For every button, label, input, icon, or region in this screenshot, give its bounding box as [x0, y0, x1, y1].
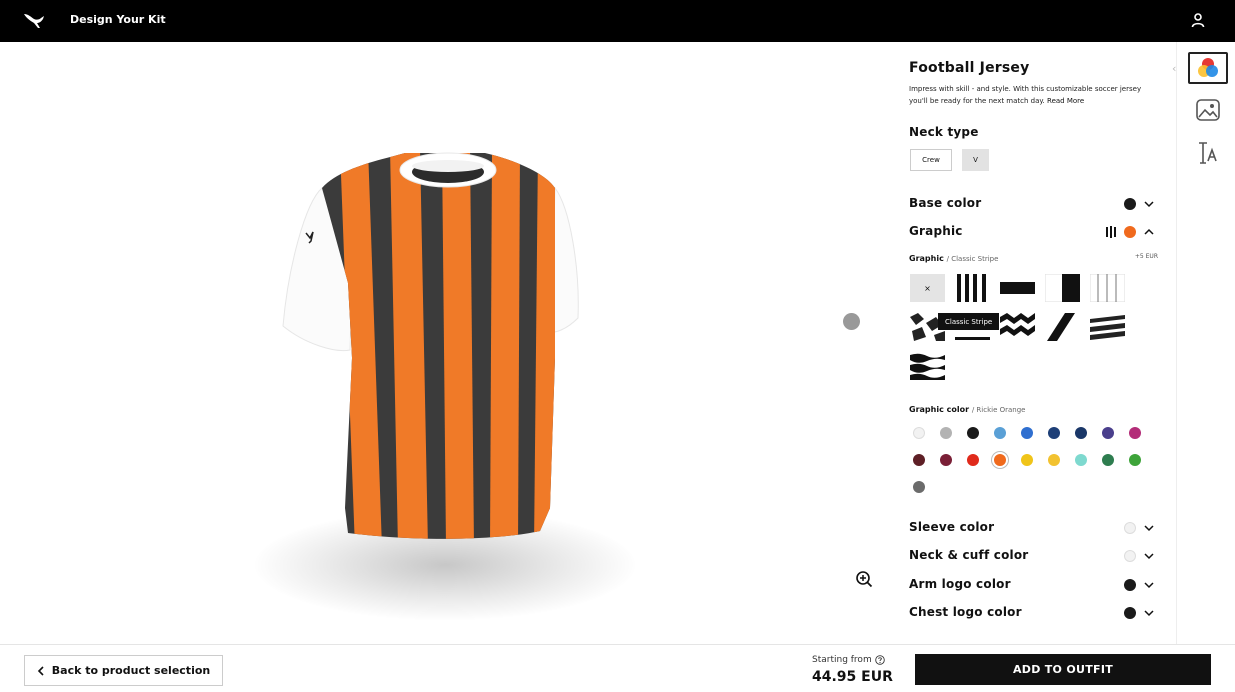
sleeve-color-label[interactable]: Sleeve color [909, 520, 994, 534]
graphic-color-swatch[interactable] [1048, 427, 1060, 439]
graphic-color-swatch[interactable] [1102, 427, 1114, 439]
graphic-color-swatch[interactable] [940, 427, 952, 439]
graphic-color-dot [1124, 226, 1136, 238]
graphic-color-swatch[interactable] [1075, 427, 1087, 439]
base-color-dot [1124, 198, 1136, 210]
graphic-picker-title: Graphic [909, 254, 944, 263]
graphic-color-swatch[interactable] [913, 481, 925, 493]
product-description: Impress with skill - and style. With thi… [909, 83, 1149, 107]
chevron-up-icon[interactable] [1143, 226, 1155, 238]
rotate-handle[interactable] [843, 313, 860, 330]
top-bar: Design Your Kit [0, 0, 1235, 42]
graphic-color-swatch[interactable] [1129, 454, 1141, 466]
graphic-color-swatch[interactable] [1102, 454, 1114, 466]
price: 44.95 EUR [812, 669, 893, 685]
graphic-color-swatch[interactable] [994, 427, 1006, 439]
add-to-outfit-button[interactable]: ADD TO OUTFIT [915, 654, 1211, 685]
graphic-tile-pinstripe[interactable] [1090, 274, 1125, 302]
base-color-label[interactable]: Base color [909, 196, 981, 210]
neck-option-v[interactable]: V [962, 149, 989, 171]
zoom-in-icon[interactable] [855, 570, 873, 588]
chest-logo-color-dot [1124, 607, 1136, 619]
graphic-tooltip: Classic Stripe [938, 313, 1000, 330]
graphic-color-swatch[interactable] [967, 454, 979, 466]
product-title: Football Jersey [909, 60, 1030, 76]
chevron-down-icon[interactable] [1143, 198, 1155, 210]
chevron-down-icon[interactable] [1143, 607, 1155, 619]
image-icon [1196, 99, 1220, 121]
puma-logo-icon[interactable] [22, 10, 46, 30]
graphic-color-swatch[interactable] [967, 427, 979, 439]
graphic-color-swatch[interactable] [1021, 427, 1033, 439]
chevron-down-icon[interactable] [1143, 550, 1155, 562]
tool-text[interactable] [1188, 137, 1228, 169]
text-icon [1199, 142, 1217, 164]
chevron-down-icon[interactable] [1143, 579, 1155, 591]
chevron-left-icon [37, 665, 44, 676]
arm-logo-color-label[interactable]: Arm logo color [909, 577, 1011, 591]
graphic-color-swatch[interactable] [1048, 454, 1060, 466]
graphic-tile-zigzag[interactable] [1000, 313, 1035, 341]
color-circles-icon [1198, 58, 1218, 77]
neck-cuff-color-label[interactable]: Neck & cuff color [909, 548, 1028, 562]
graphic-tile-half-split[interactable] [1045, 274, 1080, 302]
graphic-label[interactable]: Graphic [909, 224, 963, 238]
chest-logo-color-label[interactable]: Chest logo color [909, 605, 1022, 619]
product-description-text: Impress with skill - and style. With thi… [909, 85, 1142, 105]
graphic-color-swatch[interactable] [940, 454, 952, 466]
chevron-down-icon[interactable] [1143, 522, 1155, 534]
graphic-selected-name: / Classic Stripe [946, 255, 999, 263]
graphic-tile-brush[interactable] [1090, 313, 1125, 341]
neck-option-crew[interactable]: Crew [910, 149, 952, 171]
neck-type-label: Neck type [909, 125, 979, 139]
graphic-color-selected-name: / Rickie Orange [971, 406, 1026, 414]
graphic-none-tile[interactable]: × [910, 274, 945, 302]
graphic-tile-horizontal-band[interactable] [1000, 274, 1035, 302]
app-title: Design Your Kit [70, 13, 166, 26]
collapse-panel-chevron-icon[interactable]: ‹ [1172, 62, 1180, 75]
stripe-pattern-icon [1106, 226, 1116, 238]
graphic-tile-diagonal[interactable] [1045, 313, 1080, 341]
starting-from-label: Starting from [812, 655, 872, 665]
graphic-price-add: +5 EUR [1134, 253, 1158, 260]
help-icon[interactable] [874, 655, 885, 665]
graphic-color-title: Graphic color [909, 405, 970, 414]
graphic-color-swatch[interactable] [994, 454, 1006, 466]
arm-logo-color-dot [1124, 579, 1136, 591]
graphic-color-swatch[interactable] [913, 454, 925, 466]
graphic-color-swatch[interactable] [913, 427, 925, 439]
graphic-color-swatch[interactable] [1129, 427, 1141, 439]
graphic-picker-label: Graphic / Classic Stripe [909, 254, 998, 263]
graphic-color-label: Graphic color / Rickie Orange [909, 405, 1025, 414]
user-account-icon[interactable] [1190, 12, 1206, 28]
starting-from: Starting from [812, 655, 885, 665]
jersey-preview[interactable] [270, 108, 610, 628]
sleeve-color-dot [1124, 522, 1136, 534]
back-to-product-button[interactable]: Back to product selection [24, 655, 223, 686]
graphic-color-swatch[interactable] [1021, 454, 1033, 466]
tool-image[interactable] [1188, 94, 1228, 126]
graphic-tile-classic-stripe[interactable] [955, 274, 990, 302]
graphic-tile-wave[interactable] [910, 352, 945, 380]
graphic-color-swatch[interactable] [1075, 454, 1087, 466]
back-button-label: Back to product selection [51, 664, 211, 677]
tool-colors[interactable] [1188, 52, 1228, 84]
read-more-link[interactable]: Read More [1047, 97, 1084, 105]
neck-cuff-color-dot [1124, 550, 1136, 562]
